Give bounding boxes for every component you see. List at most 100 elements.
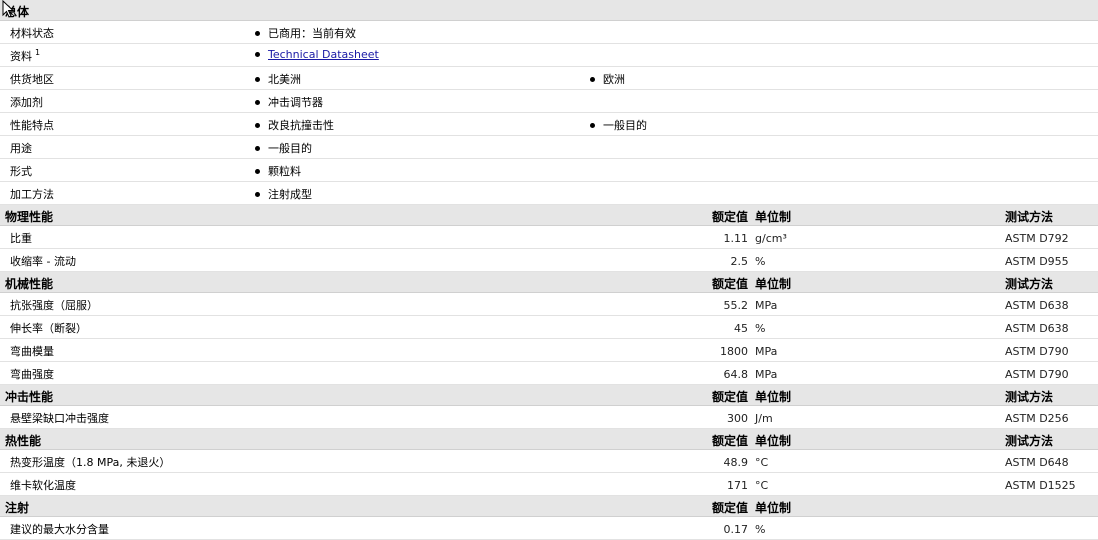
column-header-method: 测试方法 [1005,390,1054,404]
bullet-item: 冲击调节器 [255,94,323,110]
property-row: 伸长率（断裂） 45 % ASTM D638 [0,316,1098,339]
column-header-method: 测试方法 [1005,210,1054,224]
property-value: 2.5 [730,255,749,268]
general-row-documents: 资料 1 Technical Datasheet [0,44,1098,67]
property-row: 弯曲强度 64.8 MPa ASTM D790 [0,362,1098,385]
property-method: ASTM D638 [1005,322,1069,335]
bullet-item: 改良抗撞击性 [255,117,334,133]
general-row-regions: 供货地区 北美洲 欧洲 [0,67,1098,90]
property-label: 维卡软化温度 [10,479,76,492]
section-header-general: 总体 [0,0,1098,21]
property-row: 比重 1.11 g/cm³ ASTM D792 [0,226,1098,249]
general-row-additives: 添加剂 冲击调节器 [0,90,1098,113]
property-label: 建议的最大水分含量 [10,523,109,536]
section-header-injection: 注射 额定值 单位制 [0,496,1098,517]
property-row: 悬壁梁缺口冲击强度 300 J/m ASTM D256 [0,406,1098,429]
property-method: ASTM D638 [1005,299,1069,312]
bullet-dot-icon [255,76,260,82]
column-header-value: 额定值 [711,277,748,291]
property-label: 悬壁梁缺口冲击强度 [10,412,109,425]
row-label-text: 资料 [10,50,32,63]
property-unit: °C [755,456,769,469]
column-header-value: 额定值 [711,390,748,404]
bullet-item: 已商用：当前有效 [255,25,356,41]
datasheet: 总体 材料状态 已商用：当前有效 资料 1 Technical Datasheet… [0,0,1098,540]
bullet-text: 冲击调节器 [268,96,323,109]
column-header-value: 额定值 [711,501,748,515]
bullet-text: 注射成型 [268,188,312,201]
bullet-dot-icon [255,168,260,174]
column-header-value: 额定值 [711,210,748,224]
property-value: 300 [727,412,748,425]
section-title: 机械性能 [5,277,54,291]
property-value: 64.8 [723,368,749,381]
column-header-unit: 单位制 [755,210,792,224]
property-label: 弯曲强度 [10,368,54,381]
property-value: 55.2 [723,299,749,312]
property-method: ASTM D1525 [1005,479,1076,492]
property-value: 45 [734,322,748,335]
row-label: 材料状态 [10,27,54,40]
bullet-text: 北美洲 [268,73,301,86]
property-unit: °C [755,479,769,492]
bullet-text: 颗粒料 [268,165,301,178]
column-header-method: 测试方法 [1005,277,1054,291]
column-header-unit: 单位制 [755,390,792,404]
property-value: 1.11 [723,232,749,245]
section-title: 物理性能 [5,210,54,224]
row-label: 资料 1 [10,48,40,64]
row-label: 形式 [10,165,32,178]
property-label: 伸长率（断裂） [10,322,87,335]
section-header-thermal: 热性能 额定值 单位制 测试方法 [0,429,1098,450]
bullet-item: 一般目的 [590,117,647,133]
property-value: 1800 [720,345,748,358]
column-header-method: 测试方法 [1005,434,1054,448]
general-row-uses: 用途 一般目的 [0,136,1098,159]
property-row: 热变形温度（1.8 MPa, 未退火） 48.9 °C ASTM D648 [0,450,1098,473]
bullet-dot-icon [590,122,595,128]
row-label: 性能特点 [10,119,54,132]
property-unit: % [755,322,766,335]
property-method: ASTM D256 [1005,412,1069,425]
property-label: 抗张强度（屈服） [10,299,98,312]
footnote-marker: 1 [35,48,41,58]
bullet-text: 已商用：当前有效 [268,27,356,40]
bullet-item: 欧洲 [590,71,625,87]
bullet-dot-icon [255,30,260,36]
property-value: 48.9 [723,456,749,469]
property-method: ASTM D792 [1005,232,1069,245]
property-unit: J/m [755,412,773,425]
column-header-unit: 单位制 [755,501,792,515]
column-header-unit: 单位制 [755,277,792,291]
bullet-item: 北美洲 [255,71,301,87]
property-unit: MPa [755,368,778,381]
row-label: 加工方法 [10,188,54,201]
section-title: 冲击性能 [5,390,54,404]
section-title: 注射 [5,501,30,515]
property-unit: MPa [755,345,778,358]
section-title: 热性能 [5,434,42,448]
property-row: 抗张强度（屈服） 55.2 MPa ASTM D638 [0,293,1098,316]
bullet-dot-icon [255,145,260,151]
bullet-text: 一般目的 [268,142,312,155]
property-value: 171 [727,479,748,492]
property-unit: % [755,255,766,268]
property-row: 收缩率 - 流动 2.5 % ASTM D955 [0,249,1098,272]
bullet-dot-icon [590,76,595,82]
general-row-features: 性能特点 改良抗撞击性 一般目的 [0,113,1098,136]
general-row-processing: 加工方法 注射成型 [0,182,1098,205]
section-header-mechanical: 机械性能 额定值 单位制 测试方法 [0,272,1098,293]
property-unit: g/cm³ [755,232,787,245]
property-label: 弯曲模量 [10,345,54,358]
property-unit: MPa [755,299,778,312]
row-label: 用途 [10,142,32,155]
property-method: ASTM D955 [1005,255,1069,268]
general-row-form: 形式 颗粒料 [0,159,1098,182]
property-row: 建议的最大水分含量 0.17 % [0,517,1098,540]
property-row: 维卡软化温度 171 °C ASTM D1525 [0,473,1098,496]
bullet-dot-icon [255,191,260,197]
bullet-text: 欧洲 [603,73,625,86]
property-label: 比重 [10,232,32,245]
technical-datasheet-link[interactable]: Technical Datasheet [268,48,379,61]
bullet-dot-icon [255,122,260,128]
